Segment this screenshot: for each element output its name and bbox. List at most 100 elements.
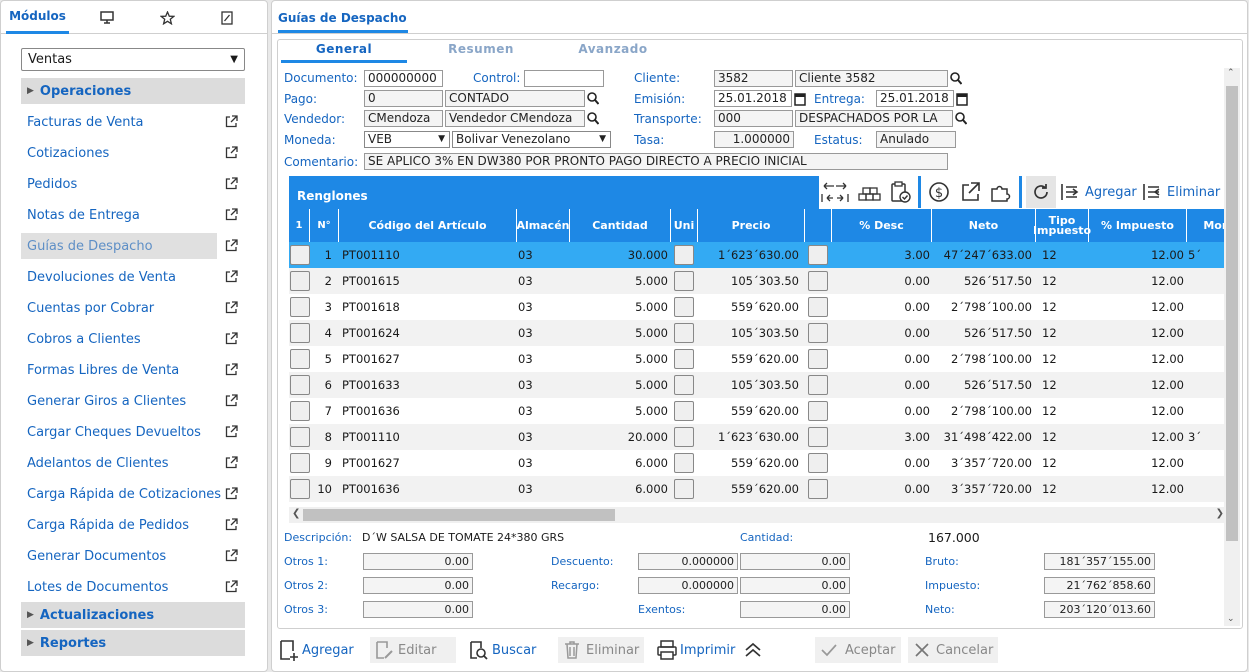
price-selector[interactable] xyxy=(808,271,828,291)
external-link-icon[interactable] xyxy=(225,332,238,345)
arrow-down-icon[interactable]: ⌄ xyxy=(1227,614,1235,624)
vendedor-code-field[interactable]: CMendoza xyxy=(364,110,443,127)
external-link-icon[interactable] xyxy=(225,580,238,593)
external-link-icon[interactable] xyxy=(225,239,238,252)
row-select-checkbox[interactable] xyxy=(290,349,310,369)
row-select-checkbox[interactable] xyxy=(290,401,310,421)
external-link-icon[interactable] xyxy=(225,549,238,562)
unit-selector[interactable] xyxy=(674,427,694,447)
menu-item[interactable]: Generar Giros a Clientes xyxy=(21,388,243,414)
recargo-pct-field[interactable]: 0.000000 xyxy=(638,577,738,594)
horizontal-scroll-thumb[interactable] xyxy=(303,509,615,521)
external-link-icon[interactable] xyxy=(225,115,238,128)
column-header[interactable]: 1 xyxy=(289,209,310,242)
clipboard-check-icon[interactable] xyxy=(887,180,913,204)
column-header[interactable]: Uni xyxy=(671,209,698,242)
row-select-checkbox[interactable] xyxy=(290,479,310,499)
cliente-code-field[interactable]: 3582 xyxy=(714,70,793,87)
otros3-field[interactable]: 0.00 xyxy=(363,601,473,618)
otros2-field[interactable]: 0.00 xyxy=(363,577,473,594)
descuento-field[interactable]: 0.00 xyxy=(740,553,850,570)
column-header[interactable]: Neto xyxy=(932,209,1036,242)
column-header[interactable]: % Impuesto xyxy=(1089,209,1187,242)
tab-favorites[interactable] xyxy=(139,1,195,34)
unit-selector[interactable] xyxy=(674,349,694,369)
estatus-field[interactable]: Anulado xyxy=(876,131,956,148)
search-icon[interactable] xyxy=(955,112,967,126)
menu-item[interactable]: Notas de Entrega xyxy=(21,202,243,228)
unit-selector[interactable] xyxy=(674,245,694,265)
row-select-checkbox[interactable] xyxy=(290,245,310,265)
external-link-icon[interactable] xyxy=(225,301,238,314)
pago-name-field[interactable]: CONTADO xyxy=(445,90,585,107)
price-selector[interactable] xyxy=(808,245,828,265)
impuesto-field[interactable]: 21´762´858.60 xyxy=(1044,577,1155,594)
search-icon[interactable] xyxy=(587,112,599,126)
subtab-resumen[interactable]: Resumen xyxy=(418,42,544,63)
table-row[interactable]: 6 PT001633 03 5.000 105´303.50 0.00 526´517.50… xyxy=(289,372,1229,398)
menu-item[interactable]: Adelantos de Clientes xyxy=(21,450,243,476)
column-header[interactable]: Mon xyxy=(1187,209,1229,242)
table-row[interactable]: 8 PT001110 03 20.000 1´623´630.00 3.00 31´498´… xyxy=(289,424,1229,450)
moneda-name-select[interactable]: Bolivar Venezolano ▼ xyxy=(452,131,611,148)
menu-item[interactable]: Carga Rápida de Cotizaciones xyxy=(21,481,243,507)
comentario-field[interactable]: SE APLICO 3% EN DW380 POR PRONTO PAGO DI… xyxy=(364,153,948,170)
section-actualizaciones[interactable]: ▶ Actualizaciones xyxy=(21,602,245,628)
expand-up-button[interactable] xyxy=(743,637,767,663)
menu-item[interactable]: Carga Rápida de Pedidos xyxy=(21,512,243,538)
resize-columns-icon[interactable] xyxy=(821,180,849,204)
calendar-icon[interactable] xyxy=(956,92,968,106)
external-link-icon[interactable] xyxy=(225,487,238,500)
price-selector[interactable] xyxy=(808,479,828,499)
module-select[interactable]: Ventas ▼ xyxy=(21,48,245,71)
price-selector[interactable] xyxy=(808,323,828,343)
row-select-checkbox[interactable] xyxy=(290,427,310,447)
external-link-icon[interactable] xyxy=(225,363,238,376)
menu-item[interactable]: Formas Libres de Venta xyxy=(21,357,243,383)
moneda-code-select[interactable]: VEB ▼ xyxy=(364,131,450,148)
otros1-field[interactable]: 0.00 xyxy=(363,553,473,570)
dollar-circle-icon[interactable]: $ xyxy=(926,180,952,204)
pago-code-field[interactable]: 0 xyxy=(364,90,443,107)
unit-selector[interactable] xyxy=(674,271,694,291)
tab-modulos[interactable]: Módulos xyxy=(6,1,69,34)
row-select-checkbox[interactable] xyxy=(290,375,310,395)
menu-item[interactable]: Devoluciones de Venta xyxy=(21,264,243,290)
table-row[interactable]: 10 PT001636 03 6.000 559´620.00 0.00 3´357´720… xyxy=(289,476,1229,502)
calendar-icon[interactable] xyxy=(794,92,806,106)
search-icon[interactable] xyxy=(587,92,599,106)
menu-item[interactable]: Cuentas por Cobrar xyxy=(21,295,243,321)
vertical-scroll-thumb[interactable] xyxy=(1226,86,1238,541)
row-select-checkbox[interactable] xyxy=(290,271,310,291)
unit-selector[interactable] xyxy=(674,323,694,343)
tab-tools[interactable] xyxy=(199,1,255,34)
table-row[interactable]: 2 PT001615 03 5.000 105´303.50 0.00 526´517.50… xyxy=(289,268,1229,294)
column-header[interactable]: Precio xyxy=(698,209,805,242)
bruto-field[interactable]: 181´357´155.00 xyxy=(1044,553,1155,570)
menu-item[interactable]: Facturas de Venta xyxy=(21,109,243,135)
arrow-right-icon[interactable]: ❯ xyxy=(1216,508,1224,519)
column-header[interactable]: N° xyxy=(310,209,339,242)
entrega-field[interactable]: 25.01.2018 xyxy=(876,90,954,107)
tab-guias-de-despacho[interactable]: Guías de Despacho xyxy=(278,9,408,33)
row-select-checkbox[interactable] xyxy=(290,323,310,343)
section-operaciones[interactable]: ▶ Operaciones xyxy=(21,78,245,104)
price-selector[interactable] xyxy=(808,401,828,421)
unit-selector[interactable] xyxy=(674,375,694,395)
external-link-icon[interactable] xyxy=(225,146,238,159)
renglones-agregar-button[interactable]: Agregar xyxy=(1059,180,1137,204)
external-link-icon[interactable] xyxy=(225,394,238,407)
warehouse-icon[interactable] xyxy=(857,180,883,204)
external-link-icon[interactable] xyxy=(225,518,238,531)
search-button[interactable]: Buscar xyxy=(468,637,548,663)
transporte-code-field[interactable]: 000 xyxy=(714,110,793,127)
exentos-field[interactable]: 0.00 xyxy=(740,601,850,618)
price-selector[interactable] xyxy=(808,453,828,473)
external-link-icon[interactable] xyxy=(225,270,238,283)
vertical-scrollbar[interactable]: ⌃ ⌄ xyxy=(1224,68,1240,626)
descuento-pct-field[interactable]: 0.000000 xyxy=(638,553,738,570)
price-selector[interactable] xyxy=(808,375,828,395)
table-row[interactable]: 3 PT001618 03 5.000 559´620.00 0.00 2´798´100.… xyxy=(289,294,1229,320)
tab-monitor[interactable] xyxy=(79,1,135,34)
arrow-up-icon[interactable]: ⌃ xyxy=(1227,68,1235,78)
